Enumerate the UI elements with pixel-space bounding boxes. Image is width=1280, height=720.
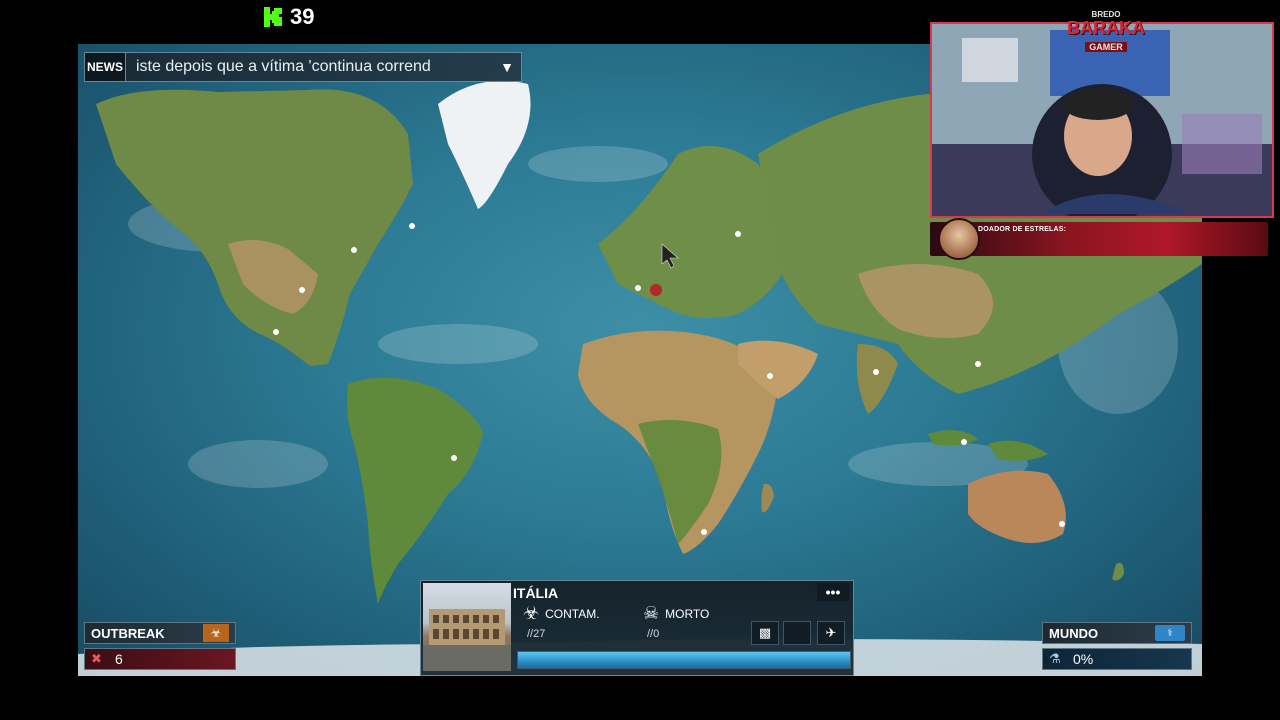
- viewer-count: 39: [290, 4, 315, 29]
- donor-label: DOADOR DE ESTRELAS:: [978, 226, 1067, 233]
- outbreak-panel[interactable]: OUTBREAK ☣ ✖ 6: [84, 622, 236, 674]
- biohazard-icon: ☣: [203, 624, 229, 642]
- country-photo: [423, 583, 511, 671]
- kick-logo-icon: [262, 6, 284, 28]
- colosseum-image: [423, 609, 511, 671]
- outbreak-value: 6: [115, 651, 123, 667]
- border-closed-button[interactable]: ▩: [751, 621, 779, 645]
- world-title: MUNDO: [1049, 625, 1099, 641]
- viewer-counter: 39: [262, 4, 314, 30]
- world-title-bar: MUNDO ⚕: [1042, 622, 1192, 644]
- dead-count: //0: [647, 628, 660, 640]
- continent-south-america: [346, 377, 483, 604]
- news-label: NEWS: [85, 53, 126, 81]
- world-value: 0%: [1073, 651, 1094, 667]
- biohazard-icon: ☣: [523, 603, 540, 623]
- chevron-down-icon: ▼: [500, 59, 514, 75]
- port-button[interactable]: [783, 621, 811, 645]
- news-expand-button[interactable]: ▼: [493, 53, 521, 81]
- infection-icon: ✖: [91, 651, 102, 666]
- infected-count: //27: [527, 628, 546, 640]
- donor-banner: DOADOR DE ESTRELAS:: [930, 218, 1268, 260]
- country-panel[interactable]: ITÁLIA ••• ☣ CONTAM. //27 ☠ MORTO //0 ▩ …: [420, 580, 854, 676]
- stripes-icon: ▩: [758, 625, 772, 640]
- infected-label: CONTAM.: [545, 606, 600, 621]
- outbreak-stat: ✖ 6: [84, 648, 236, 670]
- skull-icon: ☠: [643, 603, 660, 623]
- channel-brand-logo: BREDO BARAKA GAMER: [1058, 10, 1154, 55]
- country-name: ITÁLIA: [513, 585, 559, 601]
- outbreak-title-bar: OUTBREAK ☣: [84, 622, 236, 644]
- cure-icon: ⚕: [1155, 625, 1185, 641]
- outbreak-title: OUTBREAK: [91, 625, 165, 641]
- dead-label: MORTO: [665, 606, 710, 621]
- news-headline: iste depois que a vítima 'continua corre…: [136, 58, 431, 75]
- donor-avatar: [938, 218, 980, 260]
- italy-marker[interactable]: [650, 284, 662, 296]
- continent-greenland: [438, 80, 531, 210]
- infection-progress-fill: [518, 652, 850, 668]
- brand-main: BARAKA: [1067, 18, 1145, 38]
- brand-tag: GAMER: [1085, 42, 1127, 52]
- world-stat: ⚗ 0%: [1042, 648, 1192, 670]
- infected-stat: ☣ CONTAM. //27: [523, 603, 600, 645]
- more-options-button[interactable]: •••: [817, 583, 849, 601]
- dead-stat: ☠ MORTO //0: [643, 603, 709, 645]
- flask-icon: ⚗: [1049, 651, 1061, 666]
- airplane-icon: ✈: [825, 625, 837, 640]
- news-ticker: NEWS iste depois que a vítima 'continua …: [84, 52, 522, 82]
- airport-button[interactable]: ✈: [817, 621, 845, 645]
- continent-australia: [968, 470, 1066, 543]
- world-panel[interactable]: MUNDO ⚕ ⚗ 0%: [1042, 622, 1192, 674]
- infection-progress-bar: [517, 651, 851, 669]
